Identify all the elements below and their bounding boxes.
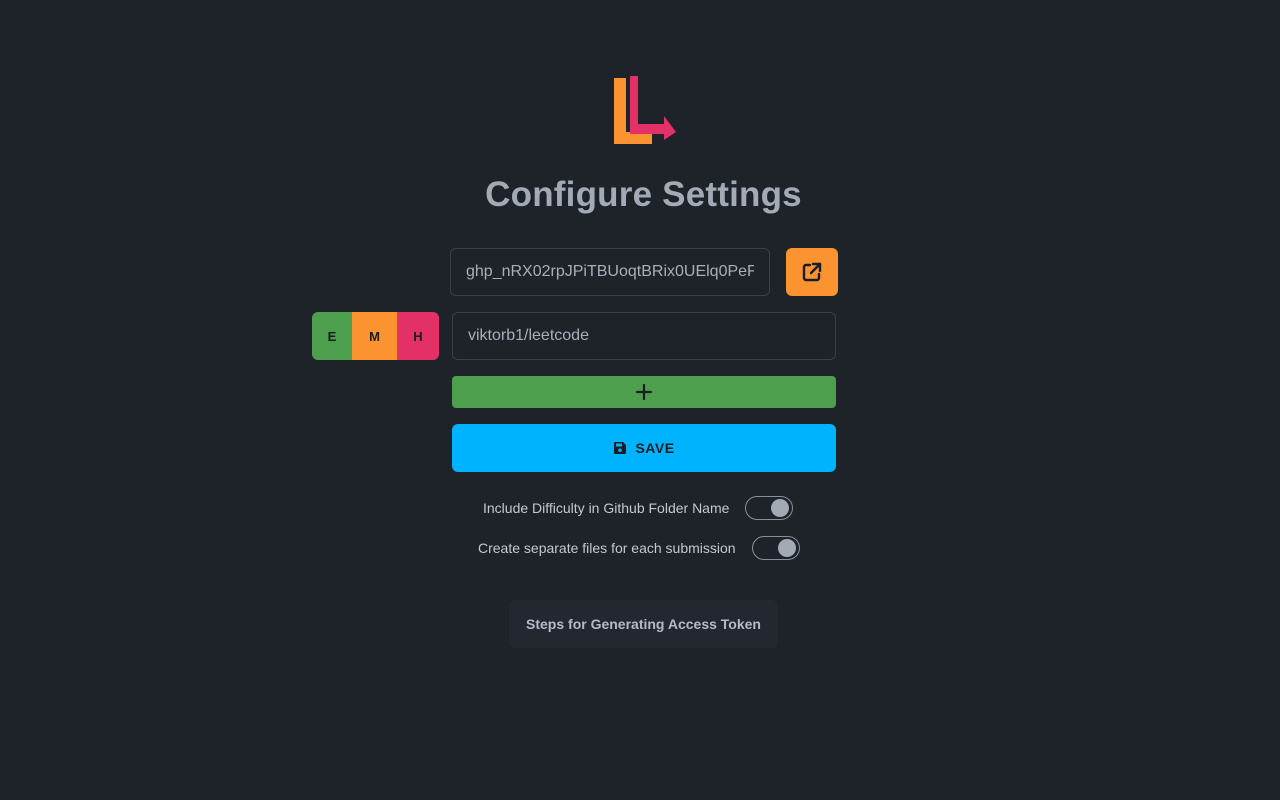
difficulty-hard-button[interactable]: H (397, 312, 439, 360)
access-token-steps-button[interactable]: Steps for Generating Access Token (509, 600, 778, 648)
external-link-icon (802, 262, 822, 282)
floppy-disk-icon (614, 442, 627, 454)
page-title: Configure Settings (485, 175, 802, 214)
difficulty-easy-button[interactable]: E (312, 312, 352, 360)
save-button[interactable]: SAVE (452, 424, 836, 472)
difficulty-selector: E M H (312, 312, 439, 360)
repository-input[interactable] (452, 312, 836, 360)
add-repository-button[interactable] (452, 376, 836, 408)
toggle-row-difficulty-folder: Include Difficulty in Github Folder Name (483, 495, 794, 521)
toggle-row-separate-files: Create separate files for each submissio… (478, 535, 800, 561)
toggle-knob (771, 499, 790, 517)
toggle-label-separate-files: Create separate files for each submissio… (478, 540, 736, 556)
settings-page: Configure Settings E M H SAVE Include Di… (0, 0, 1280, 800)
save-button-label: SAVE (635, 440, 675, 456)
toggle-knob (777, 539, 796, 557)
app-logo (614, 76, 676, 144)
toggle-label-difficulty-folder: Include Difficulty in Github Folder Name (483, 500, 730, 516)
plus-icon (635, 383, 653, 401)
access-token-input[interactable] (450, 248, 770, 296)
difficulty-folder-toggle[interactable] (745, 496, 794, 520)
difficulty-medium-button[interactable]: M (352, 312, 397, 360)
separate-files-toggle[interactable] (751, 536, 800, 560)
open-token-page-button[interactable] (786, 248, 838, 296)
